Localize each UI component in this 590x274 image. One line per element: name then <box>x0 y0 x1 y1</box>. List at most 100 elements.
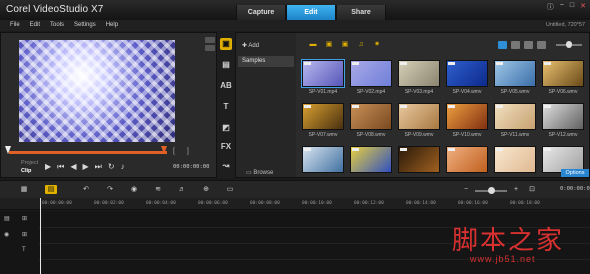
playhead[interactable] <box>40 198 41 274</box>
ruler-mark: 00:00:16:00 <box>458 201 488 206</box>
zoom-in-icon[interactable]: + <box>510 185 522 194</box>
media-type-badge <box>352 105 359 108</box>
list-view-icon[interactable] <box>498 41 507 49</box>
show-photos-icon[interactable]: ▣ <box>340 41 350 49</box>
media-thumbnail[interactable] <box>542 146 584 183</box>
menu-tools[interactable]: Tools <box>50 22 64 28</box>
media-thumbnail[interactable]: SP-V10.wmv <box>446 103 488 140</box>
video-track-icon[interactable]: ⊞ <box>22 215 27 222</box>
thumbnail-view-icon[interactable] <box>511 41 520 49</box>
mode-project[interactable]: Project <box>21 159 38 167</box>
redo-icon[interactable]: ↷ <box>104 185 116 194</box>
preview-timecode[interactable]: 00:00:00:00 <box>173 164 209 170</box>
media-thumbnail[interactable]: SP-V07.wmv <box>302 103 344 140</box>
graphic-icon[interactable]: ◩ <box>220 122 232 134</box>
media-thumbnail[interactable] <box>494 146 536 183</box>
media-thumbnail[interactable]: SP-V12.wmv <box>542 103 584 140</box>
thumbnail-image <box>398 146 440 173</box>
sort-icon[interactable] <box>524 41 533 49</box>
browse-button[interactable]: ▭ Browse <box>246 169 273 176</box>
file-info-icon[interactable] <box>537 41 546 49</box>
storyboard-view-icon[interactable]: ▦ <box>18 185 30 194</box>
safe-area-icon[interactable] <box>205 37 215 43</box>
track-visibility-icon[interactable]: ◉ <box>4 231 9 238</box>
title-icon[interactable]: T <box>220 101 232 113</box>
media-thumbnail[interactable]: SP-V02.mp4 <box>350 60 392 97</box>
close-icon[interactable]: ✕ <box>580 2 586 12</box>
display-options-icon[interactable] <box>205 45 215 51</box>
thumbnail-image <box>302 146 344 173</box>
view-buttons <box>498 41 546 49</box>
maximize-icon[interactable]: □ <box>570 2 574 12</box>
browse-label: Browse <box>253 170 274 176</box>
volume-icon[interactable]: ♪ <box>121 163 125 171</box>
media-thumbnail[interactable] <box>446 146 488 183</box>
library-panel: ✚ Add Samples ▭ Browse ▬ ▣ ▣ ♫ ✷ SP-V01.… <box>235 32 590 178</box>
play-icon[interactable]: ▶ <box>45 163 51 171</box>
record-capture-icon[interactable]: ◉ <box>128 185 140 194</box>
sound-mixer-icon[interactable]: ≋ <box>152 185 164 194</box>
mark-in-out[interactable]: [ ] <box>173 148 194 155</box>
timeline-view-icon[interactable]: ▤ <box>45 185 57 194</box>
tab-edit[interactable]: Edit <box>286 5 336 20</box>
preview-mode: Project Clip <box>21 159 38 175</box>
end-icon[interactable]: ⏭ <box>95 163 102 171</box>
previous-frame-icon[interactable]: ◀ <box>70 163 76 171</box>
media-thumbnail[interactable]: SP-V05.wmv <box>494 60 536 97</box>
tab-share[interactable]: Share <box>336 5 386 20</box>
media-thumbnail[interactable] <box>398 146 440 183</box>
media-thumbnail[interactable]: SP-V08.wmv <box>350 103 392 140</box>
media-thumbnail[interactable]: SP-V01.mp4 <box>301 59 345 97</box>
timeline-zoom-knob[interactable] <box>488 187 495 194</box>
minimize-icon[interactable]: − <box>560 2 564 12</box>
show-audio-icon[interactable]: ♫ <box>356 41 366 49</box>
thumbnail-image <box>350 146 392 173</box>
media-thumbnail[interactable] <box>350 146 392 183</box>
menu-help[interactable]: Help <box>106 22 118 28</box>
motion-tracking-icon[interactable]: ⊕ <box>200 185 212 194</box>
timeline-ruler[interactable]: 00:00:00:00 00:00:02:00 00:00:04:00 00:0… <box>0 198 590 210</box>
undo-icon[interactable]: ↶ <box>80 185 92 194</box>
media-thumbnail[interactable] <box>302 146 344 183</box>
options-button[interactable]: Options <box>561 169 589 177</box>
zoom-out-icon[interactable]: − <box>460 185 472 194</box>
media-thumbnail[interactable]: SP-V11.wmv <box>494 103 536 140</box>
transition-icon[interactable]: AB <box>220 80 232 92</box>
media-thumbnail[interactable]: SP-V09.wmv <box>398 103 440 140</box>
media-thumbnail[interactable]: SP-V04.wmv <box>446 60 488 97</box>
fx-icon[interactable]: ✷ <box>372 41 382 49</box>
title-track-icon[interactable]: T <box>22 247 26 253</box>
info-icon[interactable]: ⓘ <box>547 2 554 12</box>
thumbnail-caption: SP-V03.mp4 <box>404 89 434 95</box>
menu-edit[interactable]: Edit <box>30 22 40 28</box>
menu-file[interactable]: File <box>10 22 20 28</box>
project-info: Untitled, 720*57 <box>545 22 585 28</box>
next-frame-icon[interactable]: ▶ <box>83 163 89 171</box>
home-icon[interactable]: ⏮ <box>57 163 64 171</box>
path-icon[interactable]: ↝ <box>220 160 232 172</box>
thumbnail-size-knob[interactable] <box>566 41 572 48</box>
menu-bar: File Edit Tools Settings Help Untitled, … <box>0 20 590 31</box>
mode-clip[interactable]: Clip <box>21 167 38 175</box>
fit-project-icon[interactable]: ⊡ <box>526 185 538 194</box>
media-type-badge <box>544 105 551 108</box>
subtitle-icon[interactable]: ▭ <box>224 185 236 194</box>
lock-icon[interactable]: ▤ <box>4 215 10 222</box>
scrubber-track[interactable] <box>9 151 167 154</box>
overlay-track-icon[interactable]: ⊞ <box>22 231 27 238</box>
repeat-icon[interactable]: ↻ <box>108 163 115 171</box>
show-videos-icon[interactable]: ▣ <box>324 41 334 49</box>
menu-settings[interactable]: Settings <box>74 22 96 28</box>
instant-project-icon[interactable]: ▤ <box>220 59 232 71</box>
title-track-header: T <box>0 247 38 259</box>
auto-music-icon[interactable]: ♬ <box>176 185 188 194</box>
import-folder-icon[interactable]: ▬ <box>308 41 318 49</box>
filter-icon[interactable]: FX <box>220 141 232 153</box>
media-thumbnail[interactable]: SP-V06.wmv <box>542 60 584 97</box>
thumbnail-caption: SP-V06.wmv <box>548 89 578 95</box>
media-icon[interactable]: ▣ <box>220 38 232 50</box>
tab-capture[interactable]: Capture <box>236 5 286 20</box>
add-folder-button[interactable]: ✚ Add <box>242 42 259 49</box>
media-thumbnail[interactable]: SP-V03.mp4 <box>398 60 440 97</box>
folder-samples[interactable]: Samples <box>238 56 294 67</box>
